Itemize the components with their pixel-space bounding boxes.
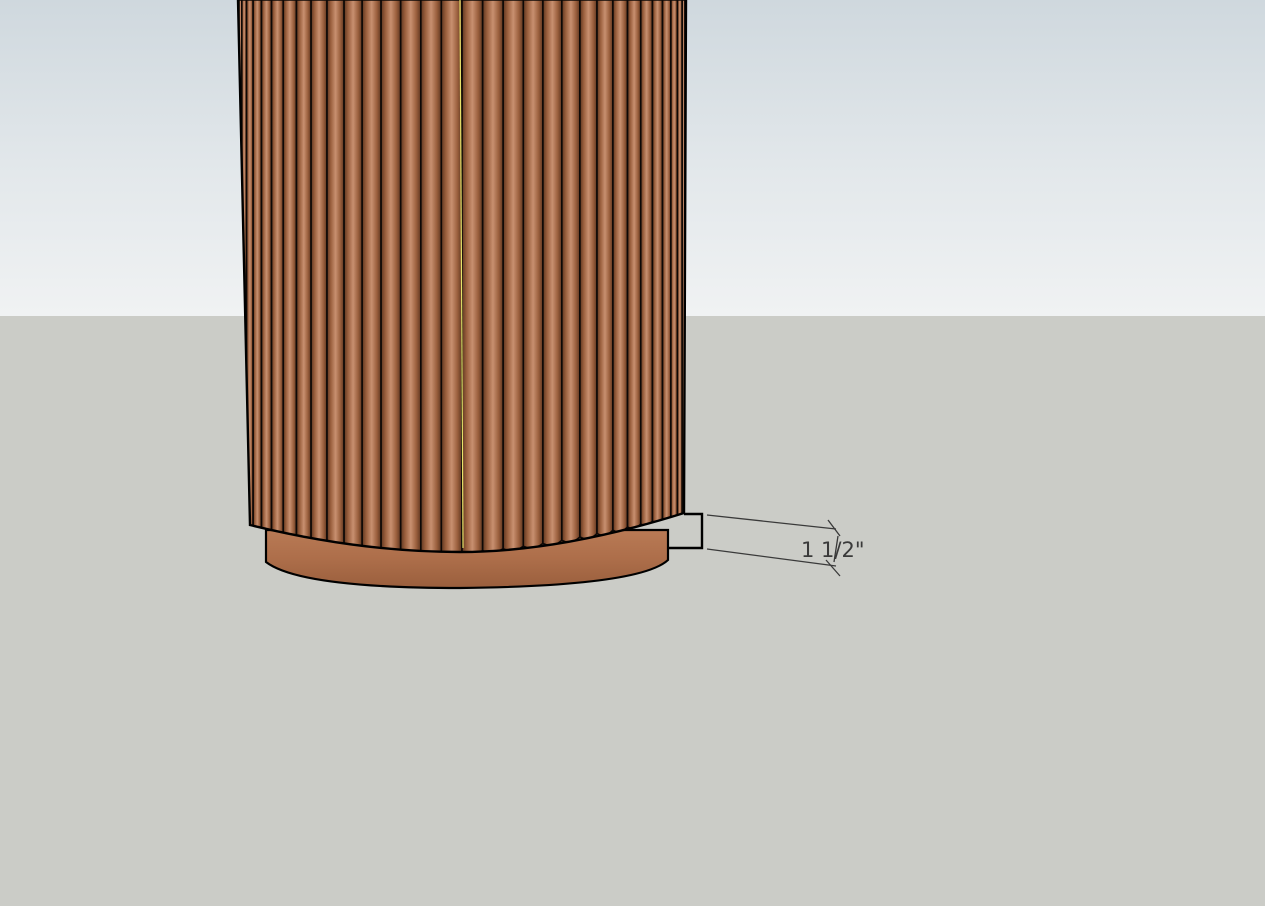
- column-flute[interactable]: [361, 0, 382, 551]
- dimension-tick-bottom: [825, 559, 841, 577]
- column-flute[interactable]: [502, 0, 525, 552]
- model-canvas[interactable]: 1 1/2": [0, 0, 1265, 906]
- column-flute[interactable]: [270, 0, 285, 537]
- 3d-viewport[interactable]: 1 1/2": [0, 0, 1265, 906]
- column-flute[interactable]: [522, 0, 544, 550]
- column-flute[interactable]: [561, 0, 581, 543]
- column-flute[interactable]: [295, 0, 312, 542]
- column-flute[interactable]: [326, 0, 345, 547]
- column-flute[interactable]: [420, 0, 443, 554]
- column-flute[interactable]: [639, 0, 654, 527]
- column-flute[interactable]: [612, 0, 629, 533]
- column-flute[interactable]: [440, 0, 463, 554]
- dimension-extension-line-top: [706, 514, 837, 530]
- column-flute[interactable]: [399, 0, 422, 553]
- column-flute[interactable]: [461, 0, 484, 554]
- column-flute[interactable]: [310, 0, 328, 544]
- column-flute[interactable]: [481, 0, 504, 553]
- column-flute[interactable]: [651, 0, 664, 524]
- dimension-annotation[interactable]: 1 1/2": [669, 512, 865, 577]
- column-flute[interactable]: [252, 0, 263, 533]
- column-flute[interactable]: [626, 0, 642, 530]
- column-flute[interactable]: [282, 0, 298, 539]
- column-flute[interactable]: [343, 0, 363, 549]
- column-flute[interactable]: [260, 0, 273, 535]
- dimension-edge-box: [669, 512, 704, 550]
- column-flute[interactable]: [542, 0, 563, 547]
- column-flute[interactable]: [670, 0, 679, 520]
- column-flute[interactable]: [380, 0, 402, 552]
- column-flute[interactable]: [579, 0, 598, 540]
- dimension-label[interactable]: 1 1/2": [801, 538, 865, 562]
- column-flute[interactable]: [661, 0, 672, 522]
- column-flute[interactable]: [596, 0, 614, 537]
- fluted-column[interactable]: [236, 0, 688, 554]
